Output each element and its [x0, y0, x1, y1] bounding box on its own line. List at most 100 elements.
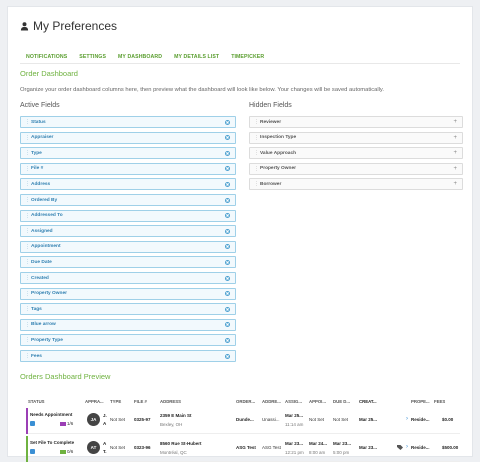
- active-field-item[interactable]: ⋮ File #: [20, 162, 236, 175]
- remove-icon[interactable]: [225, 275, 230, 281]
- remove-icon[interactable]: [225, 306, 230, 312]
- active-field-item[interactable]: ⋮ Blue arrow: [20, 318, 236, 331]
- remove-icon[interactable]: [225, 197, 230, 203]
- active-fields-title: Active Fields: [20, 102, 60, 109]
- drag-handle-icon[interactable]: ⋮: [25, 197, 30, 203]
- field-label: Property Owner: [31, 291, 67, 297]
- chevron-right-icon[interactable]: ›: [406, 444, 408, 450]
- remove-icon[interactable]: [225, 291, 230, 297]
- column-header[interactable]: FEES: [434, 399, 445, 404]
- remove-icon[interactable]: [225, 135, 230, 141]
- active-field-item[interactable]: ⋮ Ordered By: [20, 194, 236, 206]
- field-label: File #: [31, 166, 44, 172]
- drag-handle-icon[interactable]: ⋮: [254, 135, 259, 141]
- drag-handle-icon[interactable]: ⋮: [25, 166, 30, 172]
- field-label: Due Date: [31, 259, 52, 265]
- drag-handle-icon[interactable]: ⋮: [254, 166, 259, 172]
- drag-handle-icon[interactable]: ⋮: [254, 181, 259, 187]
- remove-icon[interactable]: [225, 213, 230, 219]
- active-field-item[interactable]: ⋮ Appointment: [20, 240, 236, 253]
- hidden-field-item[interactable]: ⋮ Reviewer +: [249, 116, 463, 128]
- remove-icon[interactable]: [225, 166, 230, 172]
- active-field-item[interactable]: ⋮ Status: [20, 116, 236, 128]
- column-header[interactable]: APPOI...: [309, 399, 326, 404]
- active-field-item[interactable]: ⋮ Tags: [20, 303, 236, 316]
- field-label: Inspection Type: [260, 135, 297, 141]
- drag-handle-icon[interactable]: ⋮: [25, 306, 30, 312]
- field-label: Addressed To: [31, 213, 63, 219]
- remove-icon[interactable]: [225, 353, 230, 359]
- drag-handle-icon[interactable]: ⋮: [25, 337, 30, 343]
- remove-icon[interactable]: [225, 259, 230, 265]
- active-field-item[interactable]: ⋮ Property Type: [20, 334, 236, 347]
- file-number: 0325-97: [134, 417, 151, 422]
- status-square-icon: [30, 449, 35, 454]
- active-field-item[interactable]: ⋮ Created: [20, 272, 236, 284]
- field-label: Borrower: [260, 181, 282, 187]
- drag-handle-icon[interactable]: ⋮: [25, 244, 30, 250]
- drag-handle-icon[interactable]: ⋮: [254, 119, 259, 125]
- column-header[interactable]: STATUS: [28, 399, 45, 404]
- appraiser-initial: J.: [103, 413, 107, 418]
- field-label: Property Type: [31, 337, 63, 343]
- remove-icon[interactable]: [225, 150, 230, 156]
- status-text: Set File To Complete: [30, 440, 75, 445]
- hidden-field-item[interactable]: ⋮ Borrower +: [249, 178, 463, 191]
- drag-handle-icon[interactable]: ⋮: [25, 150, 30, 156]
- column-header[interactable]: ORDER...: [236, 399, 255, 404]
- add-icon[interactable]: +: [453, 150, 457, 156]
- add-icon[interactable]: +: [453, 166, 457, 172]
- column-header[interactable]: DUE D...: [333, 399, 350, 404]
- due-date: Mar 23...: [333, 441, 352, 446]
- add-icon[interactable]: +: [453, 135, 457, 141]
- column-header[interactable]: FILE #: [134, 399, 147, 404]
- type-value: Not Set: [110, 417, 126, 422]
- drag-handle-icon[interactable]: ⋮: [25, 181, 30, 187]
- active-field-item[interactable]: ⋮ Property Owner: [20, 287, 236, 300]
- add-icon[interactable]: +: [453, 119, 457, 125]
- appraiser-initial: A: [103, 421, 107, 426]
- column-header[interactable]: TYPE: [110, 399, 121, 404]
- drag-handle-icon[interactable]: ⋮: [25, 322, 30, 328]
- active-field-item[interactable]: ⋮ Appraiser: [20, 131, 236, 144]
- flag-icon: [60, 421, 66, 426]
- active-field-item[interactable]: ⋮ Due Date: [20, 256, 236, 269]
- column-header[interactable]: PROPE...: [411, 399, 430, 404]
- drag-handle-icon[interactable]: ⋮: [25, 228, 30, 234]
- drag-handle-icon[interactable]: ⋮: [25, 213, 30, 219]
- active-field-item[interactable]: ⋮ Fees: [20, 350, 236, 362]
- column-header[interactable]: ADDRESS: [160, 399, 181, 404]
- column-header[interactable]: ADDRE...: [262, 399, 281, 404]
- active-field-item[interactable]: ⋮ Type: [20, 147, 236, 160]
- table-row[interactable]: Needs Appointment 1/6 JA J. A Not Set 0325-97 2…: [26, 408, 460, 434]
- drag-handle-icon[interactable]: ⋮: [25, 353, 30, 359]
- column-header[interactable]: APPRA...: [85, 399, 104, 404]
- hidden-field-item[interactable]: ⋮ Value Approach +: [249, 147, 463, 160]
- drag-handle-icon[interactable]: ⋮: [254, 150, 259, 156]
- active-field-item[interactable]: ⋮ Address: [20, 178, 236, 191]
- column-header[interactable]: CREAT...: [359, 399, 377, 404]
- remove-icon[interactable]: [225, 337, 230, 343]
- active-field-item[interactable]: ⋮ Assigned: [20, 225, 236, 238]
- remove-icon[interactable]: [225, 244, 230, 250]
- hidden-field-item[interactable]: ⋮ Property Owner +: [249, 162, 463, 175]
- address-line2: Bexley, OH: [160, 422, 183, 427]
- remove-icon[interactable]: [225, 181, 230, 187]
- drag-handle-icon[interactable]: ⋮: [25, 135, 30, 141]
- drag-handle-icon[interactable]: ⋮: [25, 119, 30, 125]
- remove-icon[interactable]: [225, 322, 230, 328]
- field-label: Assigned: [31, 228, 53, 234]
- user-icon: [20, 22, 29, 31]
- hidden-field-item[interactable]: ⋮ Inspection Type +: [249, 131, 463, 144]
- active-field-item[interactable]: ⋮ Addressed To: [20, 209, 236, 222]
- remove-icon[interactable]: [225, 228, 230, 234]
- drag-handle-icon[interactable]: ⋮: [25, 259, 30, 265]
- drag-handle-icon[interactable]: ⋮: [25, 275, 30, 281]
- column-header[interactable]: ASSIG...: [285, 399, 302, 404]
- remove-icon[interactable]: [225, 119, 230, 125]
- chevron-right-icon[interactable]: ›: [406, 416, 408, 422]
- add-icon[interactable]: +: [453, 181, 457, 187]
- appraiser-initial: T.: [103, 449, 107, 454]
- drag-handle-icon[interactable]: ⋮: [25, 291, 30, 297]
- table-row[interactable]: Set File To Complete 0/6 AT A T. Not Set 0323-…: [26, 436, 460, 462]
